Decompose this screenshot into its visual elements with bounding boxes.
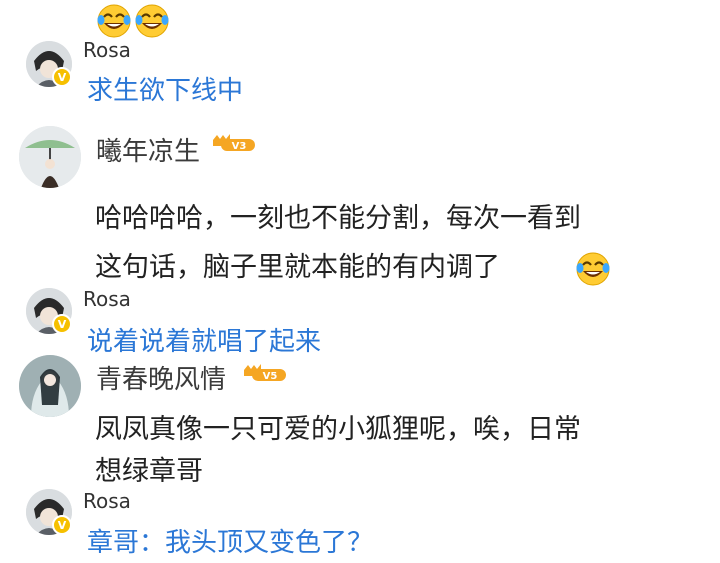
reply-text: 求生欲下线中 [87, 76, 244, 106]
v-badge-icon: V [52, 515, 72, 535]
laugh-cry-emoji-icon [96, 3, 132, 39]
reply-username[interactable]: Rosa [83, 489, 131, 513]
avatar[interactable] [19, 126, 81, 188]
comment-line: 这句话，脑子里就本能的有内调了 [95, 252, 500, 283]
username[interactable]: 青春晚风情 [96, 359, 226, 396]
level-v3-badge-icon: V3 [209, 134, 257, 154]
reply-username[interactable]: Rosa [83, 38, 131, 62]
level-text: V3 [232, 141, 247, 152]
username[interactable]: 曦年凉生 [96, 131, 200, 168]
avatar[interactable] [19, 355, 81, 417]
v-badge-icon: V [52, 67, 72, 87]
reply-username[interactable]: Rosa [83, 287, 131, 311]
comment-thread: V Rosa 求生欲下线中 曦年凉生 V3 哈哈哈哈，一刻也不能分割，每次一看到… [0, 0, 720, 563]
comment-line: 哈哈哈哈，一刻也不能分割，每次一看到 [95, 203, 581, 234]
reply-text: 说着说着就唱了起来 [87, 327, 322, 357]
laugh-cry-emoji-icon [134, 3, 170, 39]
reply-text: 章哥：我头顶又变色了？ [87, 528, 374, 558]
v-badge-icon: V [52, 314, 72, 334]
laugh-cry-emoji-icon [575, 251, 611, 287]
level-v5-badge-icon: V5 [240, 364, 288, 384]
level-text: V5 [263, 371, 278, 382]
